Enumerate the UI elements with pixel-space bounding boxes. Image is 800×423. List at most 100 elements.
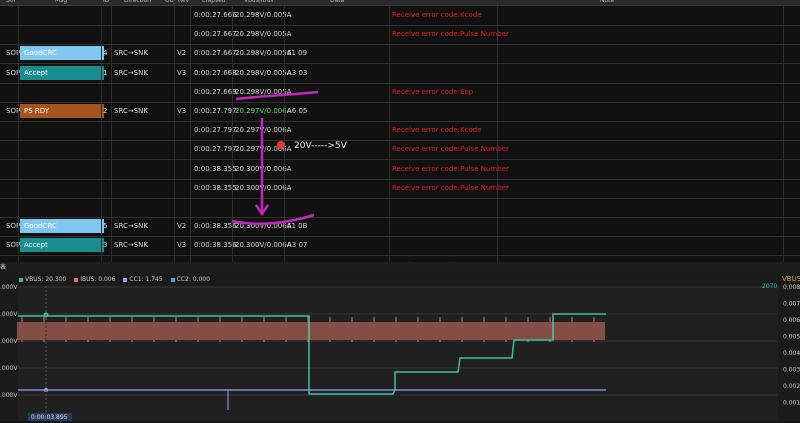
cell-vbus: 20.297V/0.006A: [235, 126, 292, 135]
left-tick-label: .000V: [0, 311, 18, 318]
cell-vbus: 20.298V/0.005A: [235, 11, 292, 19]
cell-time: 0:00:38.355: [194, 164, 237, 173]
cell-note: Receive error code:Pulse Number: [392, 145, 509, 154]
cell-dir: SRC→SNK: [114, 68, 148, 77]
cell-msg: [20, 123, 104, 137]
cell-rev: V2: [177, 49, 187, 58]
cell-id: 1: [103, 68, 108, 77]
cell-vbus: 20.300V/0.006A: [235, 164, 292, 173]
cell-msg: [20, 200, 104, 214]
cell-msg: GoodCRC: [20, 46, 104, 61]
cell-note: Receive error code:Pulse Number: [392, 164, 509, 173]
cell-time: 0:00:27.667: [194, 49, 237, 58]
table-row[interactable]: 0:00:27.797 20.297V/0.006A Receive error c…: [0, 140, 800, 161]
right-value-label: 2070: [762, 283, 777, 290]
cell-msg: Accept: [20, 238, 104, 253]
right-tick-label: 0.004A: [783, 350, 800, 357]
right-tick-label: 0.001A: [783, 400, 800, 407]
column-header[interactable]: Elapsed: [202, 0, 226, 4]
cell-time: 0:00:27.797: [194, 107, 237, 115]
legend-cc2[interactable]: CC2: 0.000: [170, 276, 210, 283]
right-tick-label: 0.002A: [783, 383, 800, 390]
cell-rev: V2: [177, 222, 187, 231]
cell-vbus: 20.298V/0.005A: [235, 49, 292, 58]
cell-note: Receive error code:Kcode: [392, 11, 482, 19]
cell-time: 0:00:27.667: [194, 30, 237, 39]
cell-dir: SRC→SNK: [114, 49, 148, 58]
cell-data: A3 03: [287, 68, 308, 77]
time-marker-label: 0:00:03.895: [31, 414, 68, 421]
table-row[interactable]: [0, 198, 800, 218]
cell-msg: [20, 162, 104, 176]
column-header[interactable]: Rev: [178, 0, 189, 4]
column-header[interactable]: Data: [330, 0, 344, 4]
cell-dir: SRC→SNK: [114, 107, 148, 115]
cell-rev: V3: [177, 241, 187, 250]
left-tick-label: .000V: [0, 338, 18, 345]
annotation-text: 20V----->5V: [294, 141, 347, 151]
cell-data: 61 0B: [287, 222, 308, 231]
right-tick-label: 0.006A: [783, 317, 800, 324]
table-row[interactable]: SOP GoodCRC 5 SRC→SNK V2 0:00:38.356 20.300V/0…: [0, 217, 800, 238]
column-header[interactable]: Msg: [55, 0, 67, 4]
cell-time: 0:00:38.356: [194, 222, 237, 231]
column-header[interactable]: Sor: [6, 0, 16, 4]
table-row[interactable]: 0:00:38.355 20.300V/0.006A Receive error c…: [0, 179, 800, 199]
table-row[interactable]: SOP Accept 3 SRC→SNK V3 0:00:38.356 20.300V/0.…: [0, 236, 800, 257]
column-header[interactable]: Direction: [124, 0, 151, 4]
table-row[interactable]: 0:00:27.669 20.298V/0.005A Receive error c…: [0, 83, 800, 103]
chart-panel-header: 表: [0, 262, 800, 271]
left-tick-label: .000V: [0, 365, 18, 372]
table-row[interactable]: 0:00:38.355 20.300V/0.006A Receive error c…: [0, 160, 800, 180]
cell-vbus: 20.298V/0.005A: [235, 68, 292, 77]
column-header[interactable]: Vbus/Ibus: [244, 0, 273, 4]
cell-msg: Accept: [20, 65, 104, 80]
column-header[interactable]: ID: [103, 0, 109, 4]
waveform-chart: .000V .000V .000V .000V .000V VBUS 2070 0.008A 0…: [0, 270, 800, 421]
left-tick-label: .000V: [0, 284, 18, 291]
cell-dir: SRC→SNK: [114, 222, 148, 231]
cell-data: A3 07: [287, 241, 308, 250]
cell-time: 0:00:27.666: [194, 11, 237, 19]
table-row[interactable]: 0:00:27.797 20.297V/0.006A Receive error c…: [0, 121, 800, 142]
legend-cc1[interactable]: CC1: 1.745: [123, 276, 163, 283]
cell-rev: V3: [177, 68, 187, 77]
message-table: Sor Msg ID Direction Obj Rev Elapsed Vbus/Ibus D…: [0, 0, 800, 262]
left-tick-label: .000V: [0, 392, 18, 399]
cell-msg: [20, 27, 104, 41]
cell-msg: [20, 8, 104, 22]
waveform-svg: .000V .000V .000V .000V .000V VBUS 2070 0.008A 0…: [0, 275, 800, 421]
cell-msg: GoodCRC: [20, 219, 104, 234]
plot-area: [18, 286, 778, 421]
table-row[interactable]: 0:00:27.667 20.298V/0.005A Receive error c…: [0, 25, 800, 46]
legend-ibus[interactable]: IBUS: 0.006: [74, 276, 115, 283]
cell-msg: PS RDY: [20, 104, 104, 118]
table-row[interactable]: SOP Accept 1 SRC→SNK V3 0:00:27.668 20.298V/0.…: [0, 64, 800, 84]
cell-time: 0:00:27.797: [194, 145, 237, 154]
cell-time: 0:00:38.355: [194, 183, 237, 192]
table-row[interactable]: SOP GoodCRC 4 SRC→SNK V2 0:00:27.667 20.298V/0…: [0, 44, 800, 65]
cell-vbus: 20.298V/0.005A: [235, 30, 292, 39]
cell-data: A6 05: [287, 107, 308, 115]
cell-note: Receive error code:Pulse Number: [392, 30, 509, 39]
column-header[interactable]: Note: [600, 0, 614, 4]
cell-rev: V3: [177, 107, 187, 115]
cell-note: Receive error code:Eop: [392, 87, 474, 96]
table-row[interactable]: SOP PS RDY 2 SRC→SNK V3 0:00:27.797 20.297V/0.…: [0, 102, 800, 122]
right-tick-label: 0.003A: [783, 367, 800, 374]
cell-id: 3: [103, 241, 108, 250]
cell-vbus: 20.300V/0.006A: [235, 241, 292, 250]
legend-vbus[interactable]: VBUS: 20.300: [19, 276, 66, 283]
table-row[interactable]: 0:00:27.666 20.298V/0.005A Receive error c…: [0, 6, 800, 26]
cell-id: 5: [103, 222, 108, 231]
cell-vbus: 20.297V/0.006A: [235, 107, 292, 115]
cell-vbus: 20.300V/0.006A: [235, 222, 292, 231]
cell-time: 0:00:38.356: [194, 241, 237, 250]
cell-id: 2: [103, 107, 108, 115]
right-tick-label: 0.007A: [783, 301, 800, 308]
cell-time: 0:00:27.669: [194, 87, 237, 96]
cell-msg: [20, 181, 104, 195]
right-axis-label: VBUS: [782, 275, 800, 283]
cell-msg: [20, 85, 104, 99]
cell-msg: [20, 142, 104, 156]
